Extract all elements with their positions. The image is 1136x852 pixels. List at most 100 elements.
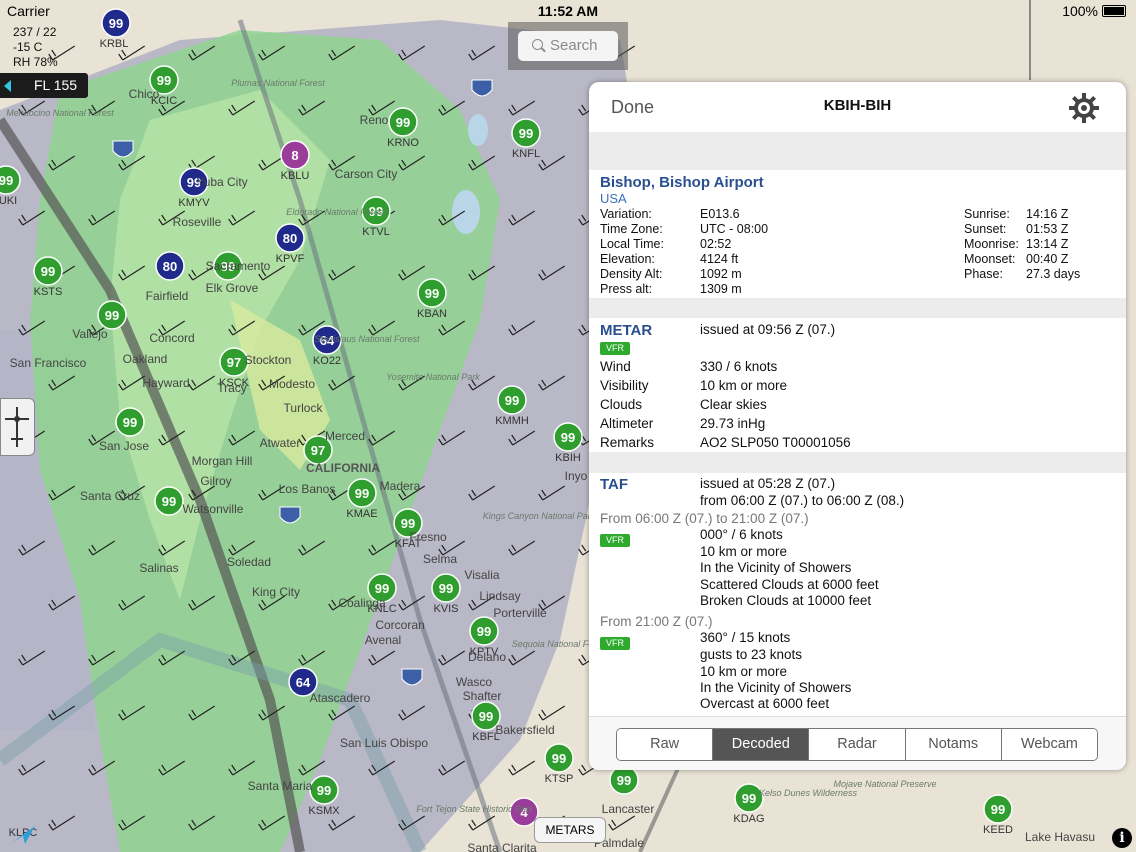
battery-indicator: 100% xyxy=(1062,3,1126,19)
taf-title: TAF xyxy=(600,476,629,493)
taf-issued: issued at 05:28 Z (07.) xyxy=(700,476,836,491)
place-label: Inyo xyxy=(565,469,588,483)
airport-info-panel: Done KBIH-BIH Bishop, Bishop Airport USA… xyxy=(589,82,1126,770)
place-label: Wasco xyxy=(456,675,493,689)
place-label: San Luis Obispo xyxy=(340,736,428,750)
place-label: Visalia xyxy=(464,568,499,582)
taf-line: In the Vicinity of Showers xyxy=(700,680,852,695)
remarks-value: AO2 SLP050 T00001056 xyxy=(700,435,851,450)
place-label: Yuba City xyxy=(196,175,247,189)
place-label: Fort Tejon State Historic Park xyxy=(416,804,534,814)
place-label: Merced xyxy=(325,429,365,443)
place-label: Hayward xyxy=(142,376,189,390)
station-value: 80 xyxy=(283,231,297,246)
panel-title: KBIH-BIH xyxy=(823,97,892,114)
taf-line: 360° / 15 knots xyxy=(700,630,791,645)
station-value: 99 xyxy=(519,126,533,141)
place-label: Madera xyxy=(380,479,421,493)
tab-raw[interactable]: Raw xyxy=(617,729,714,760)
moonrise-value: 13:14 Z xyxy=(1026,237,1069,251)
weather-info: 237 / 22 -15 C RH 78% xyxy=(13,25,58,70)
place-label: Delano xyxy=(468,650,506,664)
place-label: Santa Clarita xyxy=(467,841,537,852)
place-label: Morgan Hill xyxy=(192,454,253,468)
view-mode-tabs: Raw Decoded Radar Notams Webcam xyxy=(616,728,1098,761)
place-label: Chico xyxy=(129,87,160,101)
taf-line: 10 km or more xyxy=(700,664,788,679)
station-id-label: KTSP xyxy=(545,773,574,785)
variation-value: E013.6 xyxy=(700,207,740,221)
place-label: Fresno xyxy=(409,530,447,544)
station-value: 64 xyxy=(296,675,311,690)
station-id-label: UKI xyxy=(0,195,17,207)
place-label: Lancaster xyxy=(602,802,655,816)
search-input[interactable]: Search xyxy=(518,31,618,61)
density-alt-key: Density Alt: xyxy=(600,267,663,281)
station-value: 99 xyxy=(505,393,519,408)
place-label: Lake Havasu xyxy=(1025,830,1095,844)
place-label: Turlock xyxy=(284,401,324,415)
place-label: Kings Canyon National Park xyxy=(483,511,596,521)
tab-decoded[interactable]: Decoded xyxy=(713,729,810,760)
battery-percent: 100% xyxy=(1062,3,1098,19)
place-label: Stockton xyxy=(245,353,292,367)
station-id-label: KSMX xyxy=(308,805,340,817)
battery-icon xyxy=(1102,5,1126,17)
station-value: 8 xyxy=(291,148,298,163)
moonrise-key: Moonrise: xyxy=(964,237,1019,251)
place-label: Stanislaus National Forest xyxy=(314,334,420,344)
humidity-line: RH 78% xyxy=(13,55,58,69)
sunset-key: Sunset: xyxy=(964,222,1007,236)
place-label: Coalinga xyxy=(338,596,386,610)
station-value: 80 xyxy=(163,259,177,274)
section-divider xyxy=(589,298,1126,318)
flight-level-selector[interactable]: FL 155 xyxy=(0,73,88,98)
station-id-label: KBAN xyxy=(417,308,447,320)
plane-logo-icon[interactable] xyxy=(11,824,37,846)
phase-key: Phase: xyxy=(964,267,1003,281)
taf-line: 10 km or more xyxy=(700,544,788,559)
station-value: 99 xyxy=(105,308,119,323)
airport-name: Bishop, Bishop Airport xyxy=(600,174,764,191)
gear-icon[interactable] xyxy=(1067,91,1101,125)
airplane-icon xyxy=(5,407,29,447)
variation-key: Variation: xyxy=(600,207,652,221)
press-alt-value: 1309 m xyxy=(700,282,742,296)
place-label: Gilroy xyxy=(200,474,231,488)
place-label: Modesto xyxy=(269,377,315,391)
tab-radar[interactable]: Radar xyxy=(809,729,906,760)
timezone-key: Time Zone: xyxy=(600,222,663,236)
taf-line: Scattered Clouds at 6000 feet xyxy=(700,577,879,592)
flight-level-label: FL 155 xyxy=(34,77,78,93)
station-value: 99 xyxy=(617,773,631,788)
place-label: Watsonville xyxy=(183,502,244,516)
place-label: Yosemite National Park xyxy=(386,372,480,382)
station-value: 99 xyxy=(162,494,176,509)
place-label: Eldorado National Forest xyxy=(286,207,386,217)
station-id-label: KEED xyxy=(983,824,1013,836)
station-id-label: KBIH xyxy=(555,452,581,464)
search-bar-container: Search xyxy=(508,22,628,70)
place-label: Atwater xyxy=(260,436,301,450)
timezone-value: UTC - 08:00 xyxy=(700,222,769,236)
place-label: Shafter xyxy=(463,689,502,703)
metars-button[interactable]: METARS xyxy=(534,817,606,843)
info-icon[interactable]: i xyxy=(1112,828,1132,848)
taf-period-from: From 21:00 Z (07.) xyxy=(600,614,713,629)
sunset-value: 01:53 Z xyxy=(1026,222,1069,236)
station-id-label: KDAG xyxy=(733,813,764,825)
station-value: 99 xyxy=(123,415,137,430)
sunrise-key: Sunrise: xyxy=(964,207,1010,221)
station-value: 99 xyxy=(375,581,389,596)
tab-webcam[interactable]: Webcam xyxy=(1001,729,1097,760)
station-value: 99 xyxy=(742,791,756,806)
taf-line: gusts to 23 knots xyxy=(700,647,803,662)
place-label: Santa Maria xyxy=(248,779,313,793)
place-label: Selma xyxy=(423,552,457,566)
place-label: CALIFORNIA xyxy=(306,461,380,475)
tab-notams[interactable]: Notams xyxy=(905,729,1002,760)
station-value: 99 xyxy=(401,516,415,531)
elevation-key: Elevation: xyxy=(600,252,655,266)
place-label: Plumas National Forest xyxy=(231,78,325,88)
aircraft-tool-button[interactable] xyxy=(0,398,35,456)
